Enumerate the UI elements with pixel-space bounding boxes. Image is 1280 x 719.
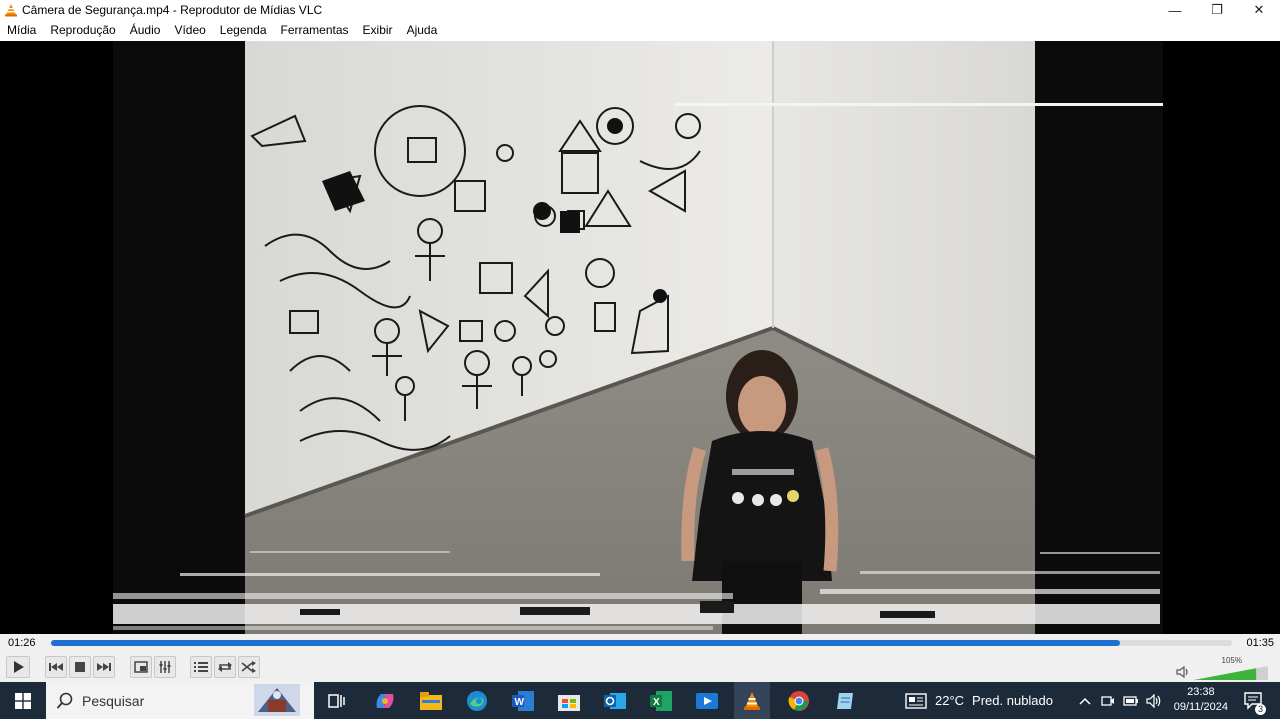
edge-icon [467, 690, 487, 711]
minimize-button[interactable]: — [1154, 0, 1196, 20]
copilot-button[interactable] [368, 682, 402, 719]
svg-text:X: X [653, 697, 660, 708]
store-button[interactable] [552, 682, 586, 719]
file-explorer-icon [420, 691, 442, 710]
play-icon [14, 661, 24, 673]
shuffle-icon [241, 661, 256, 673]
battery-icon [1123, 695, 1138, 706]
total-time: 01:35 [1246, 637, 1274, 649]
task-view-button[interactable] [322, 682, 352, 719]
store-icon [558, 694, 580, 711]
search-placeholder: Pesquisar [82, 692, 145, 709]
vlc-taskbar-button[interactable] [734, 682, 770, 719]
window-controls: — ❐ ✕ [1154, 0, 1280, 20]
menu-legenda[interactable]: Legenda [213, 20, 274, 41]
next-button[interactable] [93, 656, 115, 678]
playlist-icon [194, 662, 208, 672]
window-title: Câmera de Segurança.mp4 - Reprodutor de … [22, 3, 323, 17]
search-icon [56, 692, 73, 709]
stop-icon [75, 662, 85, 672]
outlook-button[interactable] [598, 682, 632, 719]
video-display[interactable] [0, 41, 1280, 634]
word-icon: W [512, 690, 534, 711]
notification-count: 3 [1254, 704, 1266, 715]
notepad-icon [837, 692, 853, 709]
restore-icon: ❐ [1211, 2, 1223, 17]
close-icon: ✕ [1253, 2, 1265, 17]
battery-tray[interactable] [1121, 682, 1141, 719]
control-bar: 105% [0, 652, 1280, 682]
show-hidden-icons-button[interactable] [1076, 682, 1094, 719]
minimize-icon: — [1168, 2, 1182, 18]
extended-settings-button[interactable] [154, 656, 176, 678]
speaker-tray-icon [1146, 693, 1161, 708]
vlc-icon [744, 691, 760, 710]
menu-midia[interactable]: Mídia [0, 20, 43, 41]
media-player-icon [696, 692, 718, 709]
seek-bar[interactable] [51, 640, 1232, 646]
notepad-button[interactable] [828, 682, 862, 719]
volume-percent: 105% [1221, 656, 1242, 665]
seek-row: 01:26 01:35 [0, 634, 1280, 652]
stop-button[interactable] [69, 656, 91, 678]
menu-video[interactable]: Vídeo [167, 20, 212, 41]
previous-icon [49, 663, 63, 671]
meet-now-tray[interactable] [1099, 682, 1117, 719]
clock-date: 09/11/2024 [1173, 701, 1228, 713]
play-button[interactable] [6, 656, 30, 678]
fullscreen-icon [134, 661, 148, 673]
current-time: 01:26 [8, 637, 36, 649]
clock-time: 23:38 [1187, 686, 1215, 698]
excel-button[interactable]: X [644, 682, 678, 719]
windows-logo-icon [15, 692, 31, 709]
windows-taskbar: Pesquisar W X 22°C Pred. nublado 23:38 0… [0, 682, 1280, 719]
menu-ferramentas[interactable]: Ferramentas [274, 20, 356, 41]
weather-temperature: 22°C [935, 693, 965, 708]
edge-button[interactable] [460, 682, 494, 719]
outlook-icon [604, 692, 626, 709]
extended-settings-icon [159, 661, 171, 673]
seek-bar-fill [51, 640, 1120, 646]
chrome-icon [788, 690, 809, 711]
media-player-button[interactable] [690, 682, 724, 719]
start-button[interactable] [0, 682, 46, 719]
search-highlight-image-icon [254, 684, 300, 716]
vlc-cone-icon [5, 4, 17, 17]
taskbar-search[interactable]: Pesquisar [46, 682, 314, 719]
news-widget-icon [905, 692, 927, 709]
title-bar: Câmera de Segurança.mp4 - Reprodutor de … [0, 0, 1280, 20]
loop-button[interactable] [214, 656, 236, 678]
file-explorer-button[interactable] [414, 682, 448, 719]
previous-button[interactable] [45, 656, 67, 678]
volume-slider[interactable] [1194, 666, 1268, 680]
loop-icon [218, 662, 232, 672]
chevron-up-icon [1079, 697, 1091, 705]
close-button[interactable]: ✕ [1238, 0, 1280, 20]
weather-widget[interactable]: 22°C Pred. nublado [905, 682, 1065, 719]
svg-text:W: W [515, 697, 525, 708]
volume-tray[interactable] [1144, 682, 1164, 719]
playlist-button[interactable] [190, 656, 212, 678]
task-view-icon [328, 693, 345, 708]
menu-bar: Mídia Reprodução Áudio Vídeo Legenda Fer… [0, 20, 1280, 41]
menu-audio[interactable]: Áudio [123, 20, 168, 41]
notification-center-button[interactable]: 3 [1236, 682, 1272, 719]
video-frame [113, 41, 1163, 634]
copilot-icon [376, 693, 394, 708]
chrome-button[interactable] [782, 682, 816, 719]
menu-exibir[interactable]: Exibir [356, 20, 400, 41]
menu-reproducao[interactable]: Reprodução [43, 20, 122, 41]
shuffle-button[interactable] [238, 656, 260, 678]
excel-icon: X [650, 690, 672, 711]
weather-description: Pred. nublado [972, 693, 1053, 708]
next-icon [97, 663, 111, 671]
speaker-icon[interactable] [1176, 666, 1190, 678]
word-button[interactable]: W [506, 682, 540, 719]
camera-icon [1101, 695, 1114, 706]
menu-ajuda[interactable]: Ajuda [400, 20, 445, 41]
volume-control[interactable]: 105% [1176, 656, 1268, 680]
taskbar-clock[interactable]: 23:38 09/11/2024 [1174, 685, 1228, 715]
restore-button[interactable]: ❐ [1196, 0, 1238, 20]
fullscreen-button[interactable] [130, 656, 152, 678]
